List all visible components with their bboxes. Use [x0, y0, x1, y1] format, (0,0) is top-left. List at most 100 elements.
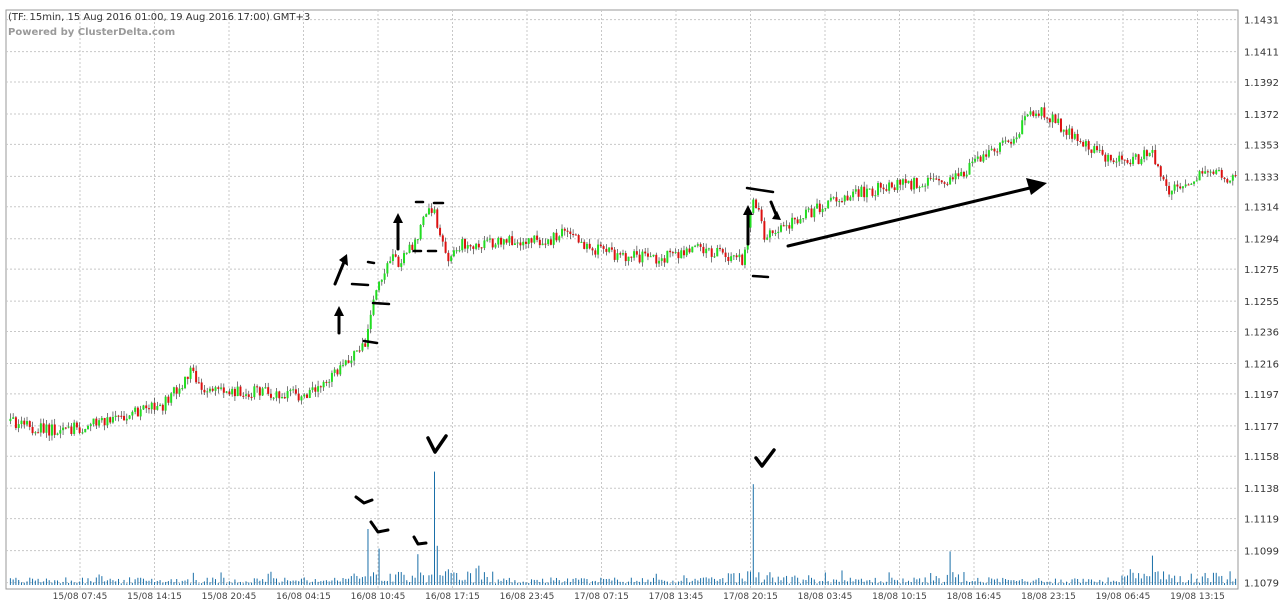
candle-body-up — [1231, 175, 1234, 181]
candle-body-up — [142, 405, 145, 410]
candle-body-up — [483, 240, 486, 248]
candle-body-up — [780, 225, 783, 232]
candle-body-up — [827, 200, 830, 209]
candle-body-up — [732, 255, 735, 257]
candle-body-down — [638, 254, 641, 263]
candle-body-down — [1126, 160, 1129, 163]
candle-body-down — [28, 421, 31, 427]
candle-body-up — [791, 217, 794, 229]
candle-body-up — [342, 364, 345, 366]
candle-body-up — [691, 246, 694, 253]
candle-body-up — [39, 423, 42, 433]
candle-body-up — [450, 256, 453, 262]
candle-body-down — [910, 180, 913, 190]
candle-body-up — [308, 389, 311, 398]
candle-body-down — [294, 389, 297, 394]
y-tick-label: 1.1392 — [1244, 78, 1279, 89]
candle-body-down — [153, 402, 156, 410]
candle-body-up — [497, 237, 500, 245]
candle-body-up — [50, 424, 53, 436]
candle-body-up — [416, 239, 419, 241]
candle-body-down — [1071, 128, 1074, 139]
candle-body-up — [1073, 133, 1076, 139]
candle-body-up — [245, 394, 248, 396]
candle-body-up — [1217, 169, 1220, 171]
candle-body-up — [674, 252, 677, 254]
x-tick-label: 18/08 23:15 — [1021, 592, 1076, 602]
candle-body-up — [1195, 180, 1198, 182]
candle-body-up — [355, 350, 358, 352]
candle-body-down — [145, 405, 148, 409]
candle-body-down — [755, 199, 758, 209]
candle-body-down — [325, 381, 328, 383]
candle-body-down — [14, 417, 17, 429]
candle-body-down — [511, 236, 514, 245]
candle-body-down — [305, 394, 308, 398]
y-tick-label: 1.1353 — [1244, 140, 1279, 151]
candle-body-down — [796, 219, 799, 224]
candle-body-up — [214, 387, 217, 391]
candle-body-down — [538, 239, 541, 246]
candle-body-up — [328, 381, 331, 383]
candle-body-down — [1206, 171, 1209, 173]
candle-body-down — [197, 382, 200, 384]
annotation-bracket-high — [414, 200, 445, 205]
candle-body-up — [317, 386, 320, 392]
candle-body-up — [954, 173, 957, 180]
candle-body-up — [366, 329, 369, 347]
candle-body-up — [658, 260, 661, 264]
candle-body-up — [1115, 161, 1118, 163]
candle-body-up — [311, 387, 314, 390]
candle-body-down — [358, 350, 361, 352]
y-tick-label: 1.1177 — [1244, 422, 1279, 433]
candle-body-up — [159, 404, 162, 407]
candle-body-down — [1223, 177, 1226, 180]
candle-body-up — [253, 386, 256, 398]
candle-body-up — [1229, 180, 1232, 183]
candle-body-down — [594, 250, 597, 255]
candle-body-up — [1143, 150, 1146, 160]
candle-body-up — [156, 406, 159, 410]
candle-body-up — [843, 195, 846, 202]
candle-body-down — [646, 253, 649, 257]
y-tick-label: 1.1138 — [1244, 484, 1279, 495]
x-tick-label: 18/08 16:45 — [947, 592, 1002, 602]
candle-body-up — [300, 396, 303, 401]
candle-body-down — [217, 387, 220, 389]
candle-body-up — [547, 239, 550, 245]
candle-body-up — [533, 235, 536, 243]
candle-body-up — [433, 209, 436, 213]
y-tick-label: 1.1119 — [1244, 515, 1279, 526]
candle-body-up — [785, 225, 788, 227]
candle-body-down — [1162, 176, 1165, 180]
candle-body-down — [979, 156, 982, 162]
candle-body-down — [211, 388, 214, 391]
candle-body-down — [655, 254, 658, 264]
candle-body-down — [42, 423, 45, 433]
candle-body-up — [353, 351, 356, 361]
candle-body-down — [161, 404, 164, 411]
candle-body-up — [649, 256, 652, 258]
candle-body-up — [743, 249, 746, 265]
candle-body-up — [1193, 181, 1196, 184]
candle-body-down — [200, 382, 203, 390]
y-tick-label: 1.1158 — [1244, 452, 1279, 463]
candle-body-down — [946, 183, 949, 185]
candle-body-down — [1112, 160, 1115, 163]
candle-body-up — [236, 386, 239, 397]
annotation-up-arrow-2 — [333, 260, 346, 286]
candle-body-down — [1076, 133, 1079, 141]
candle-body-down — [583, 241, 586, 249]
candle-body-up — [804, 209, 807, 219]
y-tick-label: 1.1372 — [1244, 110, 1279, 121]
candle-body-down — [53, 424, 56, 435]
candle-body-up — [849, 197, 852, 201]
candle-body-up — [339, 365, 342, 375]
candle-body-down — [297, 393, 300, 401]
candle-body-up — [1057, 118, 1060, 124]
candle-body-up — [860, 186, 863, 197]
candle-body-down — [175, 387, 178, 394]
candle-body-down — [682, 250, 685, 256]
candle-body-up — [768, 230, 771, 238]
candle-body-down — [167, 396, 170, 403]
